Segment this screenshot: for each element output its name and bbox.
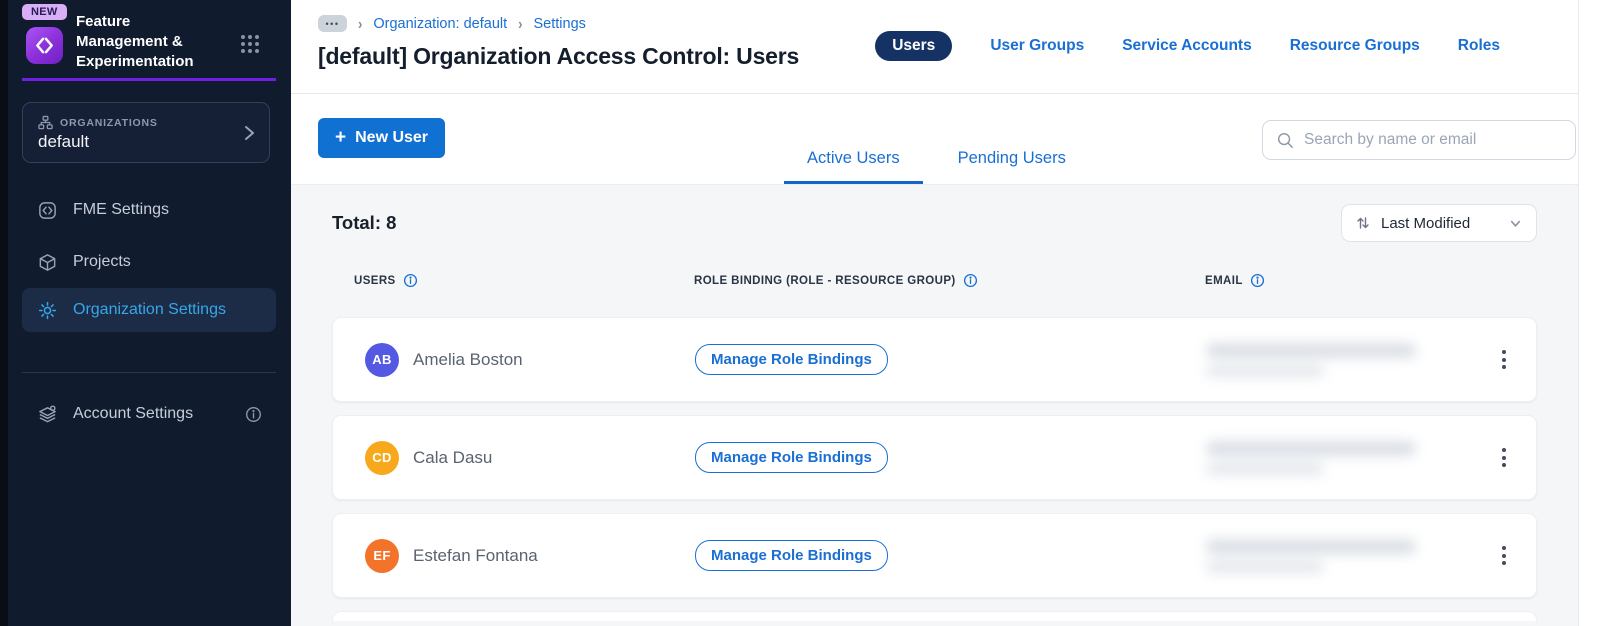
- layers-icon: [36, 404, 58, 425]
- sidebar-item-label: Projects: [73, 253, 131, 270]
- access-control-nav: Users User Groups Service Accounts Resou…: [875, 31, 1500, 61]
- users-table-section: Total: 8 Last Modified USERS ROLE BINDIN…: [291, 184, 1578, 626]
- manage-role-bindings-button[interactable]: Manage Role Bindings: [695, 344, 888, 375]
- user-name: Amelia Boston: [413, 349, 523, 369]
- page-title: [default] Organization Access Control: U…: [318, 43, 800, 69]
- chevron-right-icon: [241, 123, 257, 143]
- purple-accent-divider: [22, 78, 276, 81]
- user-name: Cala Dasu: [413, 447, 493, 467]
- nav-tab-user-groups[interactable]: User Groups: [990, 37, 1084, 55]
- organizations-label: ORGANIZATIONS: [60, 116, 158, 129]
- info-icon[interactable]: [1250, 273, 1265, 288]
- screen-edge-strip: [0, 0, 8, 626]
- new-badge: NEW: [22, 4, 67, 20]
- info-icon[interactable]: [403, 273, 418, 288]
- breadcrumb-link-settings[interactable]: Settings: [534, 16, 586, 32]
- avatar: AB: [365, 342, 399, 377]
- sidebar-item-organization-settings[interactable]: Organization Settings: [22, 288, 276, 332]
- table-header-row: USERS ROLE BINDING (ROLE - RESOURCE GROU…: [332, 273, 1537, 288]
- avatar: EF: [365, 538, 399, 573]
- breadcrumb-link-organization[interactable]: Organization: default: [373, 16, 507, 32]
- main-area: ••• › Organization: default › Settings […: [291, 0, 1578, 626]
- user-state-tabs: Active Users Pending Users: [784, 149, 1089, 184]
- sort-dropdown[interactable]: Last Modified: [1341, 204, 1537, 242]
- column-email: EMAIL: [1205, 273, 1490, 288]
- sidebar-divider: [22, 372, 276, 373]
- info-icon[interactable]: [245, 406, 262, 423]
- sidebar-item-account-settings[interactable]: Account Settings: [22, 392, 276, 436]
- organization-name: default: [38, 132, 90, 151]
- toolbar: + New User Active Users Pending Users: [291, 94, 1578, 184]
- search-box: [1262, 120, 1576, 160]
- tab-pending-users[interactable]: Pending Users: [935, 149, 1089, 184]
- email-redacted: [1206, 342, 1424, 377]
- split-outline-icon: [36, 200, 58, 221]
- organization-switcher[interactable]: ORGANIZATIONS default: [22, 102, 270, 163]
- kebab-menu-icon[interactable]: [1491, 340, 1517, 380]
- brand-title: Feature Management & Experimentation: [76, 13, 194, 70]
- email-redacted: [1206, 538, 1424, 573]
- app-screen: NEW Feature Management & Experimentation: [0, 0, 1600, 626]
- breadcrumb-separator: ›: [518, 14, 523, 33]
- sidebar-item-label: FME Settings: [73, 201, 170, 218]
- table-row: EF Estefan Fontana Manage Role Bindings: [332, 513, 1537, 598]
- chevron-down-icon: [1508, 216, 1523, 231]
- search-icon: [1276, 131, 1294, 149]
- cube-icon: [36, 252, 58, 273]
- nav-tab-resource-groups[interactable]: Resource Groups: [1290, 37, 1420, 55]
- sort-arrows-icon: [1355, 215, 1371, 231]
- manage-role-bindings-button[interactable]: Manage Role Bindings: [695, 442, 888, 473]
- search-input[interactable]: [1304, 131, 1562, 149]
- org-tree-icon: [38, 115, 53, 130]
- nav-tab-roles[interactable]: Roles: [1458, 37, 1500, 55]
- sidebar: NEW Feature Management & Experimentation: [8, 0, 291, 626]
- sidebar-item-label: Organization Settings: [73, 301, 226, 318]
- manage-role-bindings-button[interactable]: Manage Role Bindings: [695, 540, 888, 571]
- table-row: AB Amelia Boston Manage Role Bindings: [332, 317, 1537, 402]
- sidebar-item-fme-settings[interactable]: FME Settings: [22, 188, 276, 232]
- sort-value: Last Modified: [1381, 214, 1471, 232]
- email-redacted: [1206, 440, 1424, 475]
- users-list: AB Amelia Boston Manage Role Bindings CD…: [332, 317, 1537, 621]
- nav-tab-users[interactable]: Users: [875, 31, 953, 61]
- new-user-button[interactable]: + New User: [318, 118, 446, 158]
- nav-tab-service-accounts[interactable]: Service Accounts: [1122, 37, 1252, 55]
- kebab-menu-icon[interactable]: [1491, 438, 1517, 478]
- grid-dots-icon[interactable]: [239, 33, 261, 55]
- user-name: Estefan Fontana: [413, 545, 538, 565]
- page-header: ••• › Organization: default › Settings […: [291, 0, 1578, 94]
- total-count: Total: 8: [332, 212, 397, 233]
- kebab-menu-icon[interactable]: [1491, 536, 1517, 576]
- info-icon[interactable]: [963, 273, 978, 288]
- breadcrumb-separator: ›: [358, 14, 363, 33]
- right-gutter: [1578, 0, 1600, 626]
- avatar: CD: [365, 440, 399, 475]
- column-users: USERS: [354, 273, 694, 288]
- tab-active-users[interactable]: Active Users: [784, 149, 923, 184]
- plus-icon: +: [335, 126, 347, 148]
- sidebar-item-projects[interactable]: Projects: [22, 240, 276, 284]
- sidebar-item-label: Account Settings: [73, 405, 194, 422]
- table-row-partial: [332, 611, 1537, 621]
- gear-icon: [36, 300, 58, 321]
- breadcrumb: ••• › Organization: default › Settings: [318, 14, 586, 33]
- table-row: CD Cala Dasu Manage Role Bindings: [332, 415, 1537, 500]
- breadcrumb-ellipsis-button[interactable]: •••: [318, 15, 347, 32]
- split-logo-icon: [26, 27, 63, 64]
- column-role-binding: ROLE BINDING (ROLE - RESOURCE GROUP): [694, 273, 1205, 288]
